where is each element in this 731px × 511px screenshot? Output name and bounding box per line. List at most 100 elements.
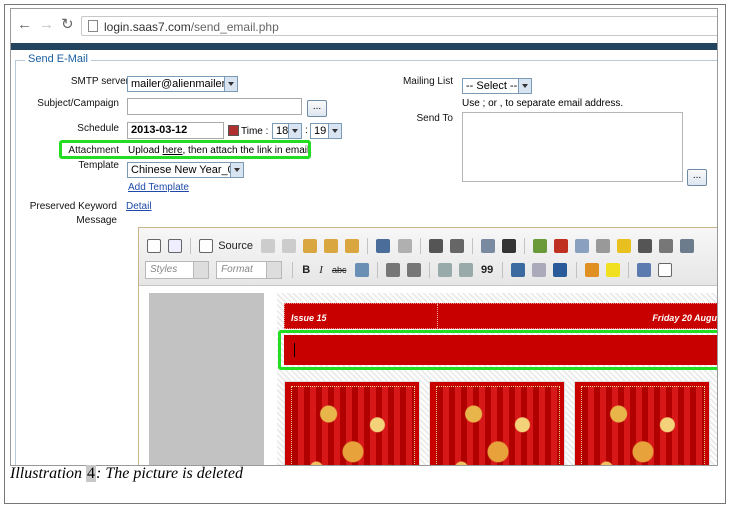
chevron-down-icon (328, 124, 341, 138)
select-all-icon[interactable] (480, 239, 495, 253)
preserved-keyword-label: Preserved Keyword (29, 201, 117, 212)
subject-label: Subject/Campaign (37, 98, 119, 109)
separator-hint: Use ; or , to separate email address. (462, 98, 624, 109)
toolbar-divider (575, 262, 577, 278)
link-icon[interactable] (511, 263, 526, 277)
newsletter-left-margin (149, 293, 264, 465)
browser-window: ← → ↻ login.saas7.com/send_email.php Sen… (10, 8, 718, 466)
newsletter-image-tile (429, 381, 565, 465)
smtp-value: mailer@alienmailer. (131, 78, 228, 90)
toolbar-divider (190, 238, 192, 254)
anchor-icon[interactable] (553, 263, 568, 277)
reload-icon[interactable]: ↻ (61, 17, 74, 32)
source-icon[interactable] (199, 239, 214, 253)
attachment-highlight (59, 140, 311, 159)
paste-text-icon[interactable] (324, 239, 339, 253)
newsletter-image-tile (574, 381, 710, 465)
horizontal-rule-icon[interactable] (596, 239, 611, 253)
url-text: login.saas7.com/send_email.php (104, 20, 279, 34)
chevron-down-icon (224, 77, 237, 91)
undo-icon[interactable] (376, 239, 391, 253)
illustration-number: 4 (86, 465, 97, 482)
styles-combo[interactable]: Styles (145, 261, 209, 279)
format-combo[interactable]: Format (216, 261, 283, 279)
source-button[interactable]: Source (218, 236, 253, 256)
toolbar-divider (376, 262, 378, 278)
toolbar-divider (502, 262, 504, 278)
mailing-list-select[interactable]: -- Select -- (462, 78, 532, 94)
page-break-icon[interactable] (659, 239, 674, 253)
chevron-down-icon (518, 79, 531, 93)
bullet-list-icon[interactable] (406, 263, 421, 277)
editor-toolbar: Source Styles Format B I abc 99 (139, 228, 717, 286)
subject-input[interactable] (127, 98, 302, 115)
schedule-label: Schedule (77, 123, 119, 134)
message-editor: Source Styles Format B I abc 99 Issue 15… (138, 227, 717, 465)
back-arrow-icon[interactable]: ← (17, 17, 32, 32)
outdent-icon[interactable] (437, 263, 452, 277)
issue-label: Issue 15 (291, 313, 327, 323)
bold-button[interactable]: B (302, 260, 310, 280)
detail-link[interactable]: Detail (126, 201, 152, 212)
toolbar-row-1: Source (145, 236, 696, 256)
toolbar-divider (419, 238, 421, 254)
chevron-down-icon (230, 163, 243, 177)
send-to-label: Send To (416, 113, 453, 124)
newsletter-image-tile (284, 381, 420, 465)
copy-icon[interactable] (282, 239, 297, 253)
toolbar-divider (292, 262, 294, 278)
iframe-icon[interactable] (680, 239, 695, 253)
illustration-caption: Illustration 4: The picture is deleted (10, 465, 243, 482)
decorative-image (291, 386, 415, 465)
spellcheck-icon[interactable] (501, 239, 516, 253)
indent-icon[interactable] (458, 263, 473, 277)
paste-word-icon[interactable] (345, 239, 360, 253)
toolbar-divider (627, 262, 629, 278)
special-char-icon[interactable] (638, 239, 653, 253)
unlink-icon[interactable] (532, 263, 547, 277)
decorative-image (436, 386, 560, 465)
bg-color-icon[interactable] (605, 263, 620, 277)
newsletter-header: Issue 15 Friday 20 August (284, 303, 717, 329)
strike-button[interactable]: abc (332, 260, 347, 280)
numbered-list-icon[interactable] (385, 263, 400, 277)
smtp-label: SMTP server (70, 76, 129, 87)
send-to-browse-button[interactable]: ... (687, 169, 707, 186)
flash-icon[interactable] (554, 239, 569, 253)
paste-icon[interactable] (303, 239, 318, 253)
time-separator: : (305, 125, 308, 136)
new-page-icon[interactable] (147, 239, 161, 253)
time-label: Time : (241, 126, 269, 137)
schedule-date-input[interactable]: 2013-03-12 (127, 122, 224, 139)
editor-content[interactable]: Issue 15 Friday 20 August (139, 287, 717, 465)
table-icon[interactable] (575, 239, 590, 253)
replace-icon[interactable] (449, 239, 464, 253)
url-field[interactable]: login.saas7.com/send_email.php (81, 16, 717, 36)
text-color-icon[interactable] (584, 263, 599, 277)
template-select[interactable]: Chinese New Year_0 (127, 162, 244, 178)
minute-select[interactable]: 19 (310, 123, 342, 139)
smtp-select[interactable]: mailer@alienmailer. (127, 76, 238, 92)
help-icon[interactable] (657, 263, 672, 277)
message-label: Message (76, 215, 117, 226)
calendar-icon[interactable] (228, 125, 239, 136)
site-header-band (11, 43, 717, 50)
blockquote-button[interactable]: 99 (481, 260, 493, 280)
maximize-icon[interactable] (636, 263, 651, 277)
redo-icon[interactable] (397, 239, 412, 253)
preview-icon[interactable] (168, 239, 183, 253)
cut-icon[interactable] (261, 239, 276, 253)
send-to-textarea[interactable] (462, 112, 683, 182)
forward-arrow-icon[interactable]: → (39, 17, 54, 32)
image-icon[interactable] (533, 239, 548, 253)
find-icon[interactable] (428, 239, 443, 253)
add-template-link[interactable]: Add Template (128, 182, 189, 193)
address-bar: ← → ↻ login.saas7.com/send_email.php (11, 9, 717, 43)
italic-button[interactable]: I (319, 260, 323, 280)
decorative-image (581, 386, 705, 465)
subject-browse-button[interactable]: ... (307, 100, 327, 117)
hour-select[interactable]: 18 (272, 123, 302, 139)
header-divider (437, 304, 438, 328)
eraser-icon[interactable] (354, 263, 369, 277)
smiley-icon[interactable] (617, 239, 632, 253)
